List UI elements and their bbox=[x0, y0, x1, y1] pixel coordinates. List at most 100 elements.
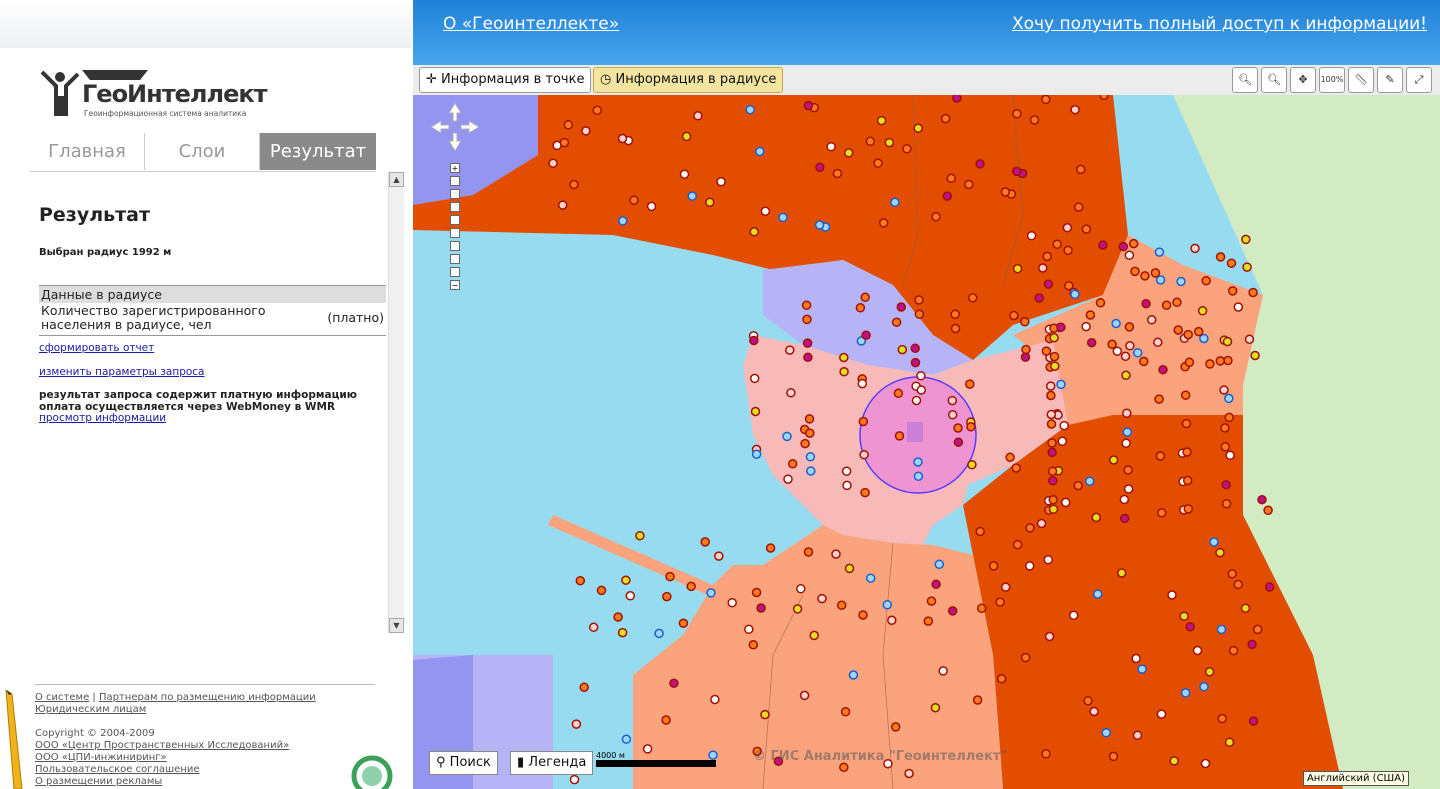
map-point[interactable] bbox=[1005, 452, 1015, 463]
map-point[interactable] bbox=[714, 551, 724, 561]
map-point[interactable] bbox=[865, 136, 876, 147]
map-point[interactable] bbox=[1020, 317, 1030, 327]
map-point[interactable] bbox=[1205, 359, 1215, 369]
pan-icon[interactable]: ✥ bbox=[1290, 67, 1316, 93]
map-point[interactable] bbox=[947, 606, 958, 616]
map-point[interactable] bbox=[1044, 631, 1055, 642]
map-point[interactable] bbox=[662, 591, 672, 602]
map-point[interactable] bbox=[1063, 245, 1073, 256]
map-point[interactable] bbox=[1009, 310, 1019, 321]
info-radius-button[interactable]: ◷ Информация в радиусе bbox=[593, 67, 784, 93]
map-point[interactable] bbox=[792, 604, 803, 614]
map-point[interactable] bbox=[749, 373, 760, 384]
map-point[interactable] bbox=[1029, 115, 1040, 125]
map-point[interactable] bbox=[964, 179, 974, 190]
zoom-minus-icon[interactable]: − bbox=[450, 280, 460, 290]
map-point[interactable] bbox=[1043, 279, 1054, 289]
map-point[interactable] bbox=[1182, 475, 1193, 486]
map-point[interactable] bbox=[1081, 224, 1092, 234]
map-point[interactable] bbox=[1041, 95, 1051, 105]
map-point[interactable] bbox=[947, 410, 958, 420]
map-point[interactable] bbox=[1073, 480, 1083, 491]
map-point[interactable] bbox=[613, 612, 623, 622]
map-point[interactable] bbox=[745, 104, 755, 115]
map-point[interactable] bbox=[706, 588, 716, 598]
map-point[interactable] bbox=[1098, 240, 1108, 250]
map-point[interactable] bbox=[1050, 361, 1060, 371]
map-point[interactable] bbox=[972, 695, 983, 705]
map-point[interactable] bbox=[1132, 348, 1143, 358]
map-point[interactable] bbox=[1108, 455, 1119, 465]
map-point[interactable] bbox=[1047, 466, 1058, 477]
map-point[interactable] bbox=[806, 466, 816, 476]
tab-layers[interactable]: Слои bbox=[145, 133, 260, 170]
map-point[interactable] bbox=[930, 702, 941, 713]
map-point[interactable] bbox=[625, 591, 636, 601]
footer-about-link[interactable]: О системе bbox=[35, 692, 89, 703]
map-canvas[interactable] bbox=[413, 95, 1440, 789]
view-info-link[interactable]: просмотр информации bbox=[39, 412, 166, 424]
map-point[interactable] bbox=[1024, 561, 1035, 571]
map-point[interactable] bbox=[1192, 645, 1203, 656]
map-point[interactable] bbox=[1083, 696, 1093, 706]
map-point[interactable] bbox=[1264, 582, 1275, 592]
footer-legal-link[interactable]: Юридическим лицам bbox=[35, 704, 146, 715]
map-point[interactable] bbox=[563, 120, 574, 130]
map-point[interactable] bbox=[1131, 653, 1141, 664]
map-point[interactable] bbox=[1064, 280, 1074, 291]
map-point[interactable] bbox=[1070, 289, 1080, 300]
map-point[interactable] bbox=[765, 543, 776, 553]
map-point[interactable] bbox=[1123, 465, 1133, 475]
map-point[interactable] bbox=[848, 670, 859, 680]
map-point[interactable] bbox=[1073, 202, 1084, 212]
map-point[interactable] bbox=[635, 530, 645, 541]
map-view[interactable]: + − ⚲ Поиск ▮ Легенда 4000 м © ГИС Анали… bbox=[413, 95, 1440, 789]
report-link[interactable]: сформировать отчет bbox=[39, 342, 154, 354]
map-point[interactable] bbox=[557, 200, 568, 210]
map-point[interactable] bbox=[855, 303, 866, 313]
map-point[interactable] bbox=[1099, 95, 1109, 101]
map-point[interactable] bbox=[1173, 325, 1183, 335]
map-point[interactable] bbox=[858, 416, 869, 427]
map-point[interactable] bbox=[841, 466, 852, 476]
map-point[interactable] bbox=[840, 707, 851, 717]
params-link[interactable]: изменить параметры запроса bbox=[39, 366, 205, 378]
map-point[interactable] bbox=[1052, 239, 1062, 249]
map-point[interactable] bbox=[1217, 713, 1227, 724]
map-point[interactable] bbox=[1248, 287, 1258, 298]
map-point[interactable] bbox=[1122, 408, 1132, 418]
map-point[interactable] bbox=[1193, 326, 1204, 337]
footer-agreement-link[interactable]: Пользовательское соглашение bbox=[35, 764, 200, 775]
map-point[interactable] bbox=[1047, 447, 1057, 458]
map-point[interactable] bbox=[1155, 451, 1166, 461]
zoom-level[interactable] bbox=[450, 267, 460, 277]
map-point[interactable] bbox=[787, 459, 798, 469]
map-point[interactable] bbox=[882, 600, 893, 610]
map-point[interactable] bbox=[839, 366, 849, 377]
map-point[interactable] bbox=[678, 618, 689, 628]
map-point[interactable] bbox=[1025, 523, 1035, 533]
map-point[interactable] bbox=[588, 622, 599, 633]
map-point[interactable] bbox=[621, 575, 631, 585]
map-point[interactable] bbox=[1056, 322, 1066, 333]
map-point[interactable] bbox=[1020, 652, 1031, 663]
map-point[interactable] bbox=[1156, 709, 1167, 719]
map-point[interactable] bbox=[1252, 624, 1263, 635]
map-point[interactable] bbox=[1047, 438, 1057, 448]
map-point[interactable] bbox=[1043, 554, 1053, 565]
map-point[interactable] bbox=[1209, 537, 1219, 547]
map-point[interactable] bbox=[1059, 420, 1069, 431]
pencil-icon[interactable]: ✎ bbox=[1377, 67, 1403, 93]
map-point[interactable] bbox=[805, 428, 815, 438]
map-point[interactable] bbox=[1215, 252, 1226, 262]
map-point[interactable] bbox=[911, 395, 922, 406]
map-point[interactable] bbox=[1085, 310, 1096, 320]
map-point[interactable] bbox=[1111, 318, 1121, 329]
map-point[interactable] bbox=[1223, 355, 1233, 366]
map-point[interactable] bbox=[839, 352, 849, 363]
full-access-link[interactable]: Хочу получить полный доступ к информации… bbox=[1012, 14, 1427, 34]
map-point[interactable] bbox=[995, 597, 1005, 607]
map-point[interactable] bbox=[1140, 271, 1150, 281]
map-point[interactable] bbox=[1112, 346, 1123, 356]
zoom-level[interactable] bbox=[450, 202, 460, 212]
